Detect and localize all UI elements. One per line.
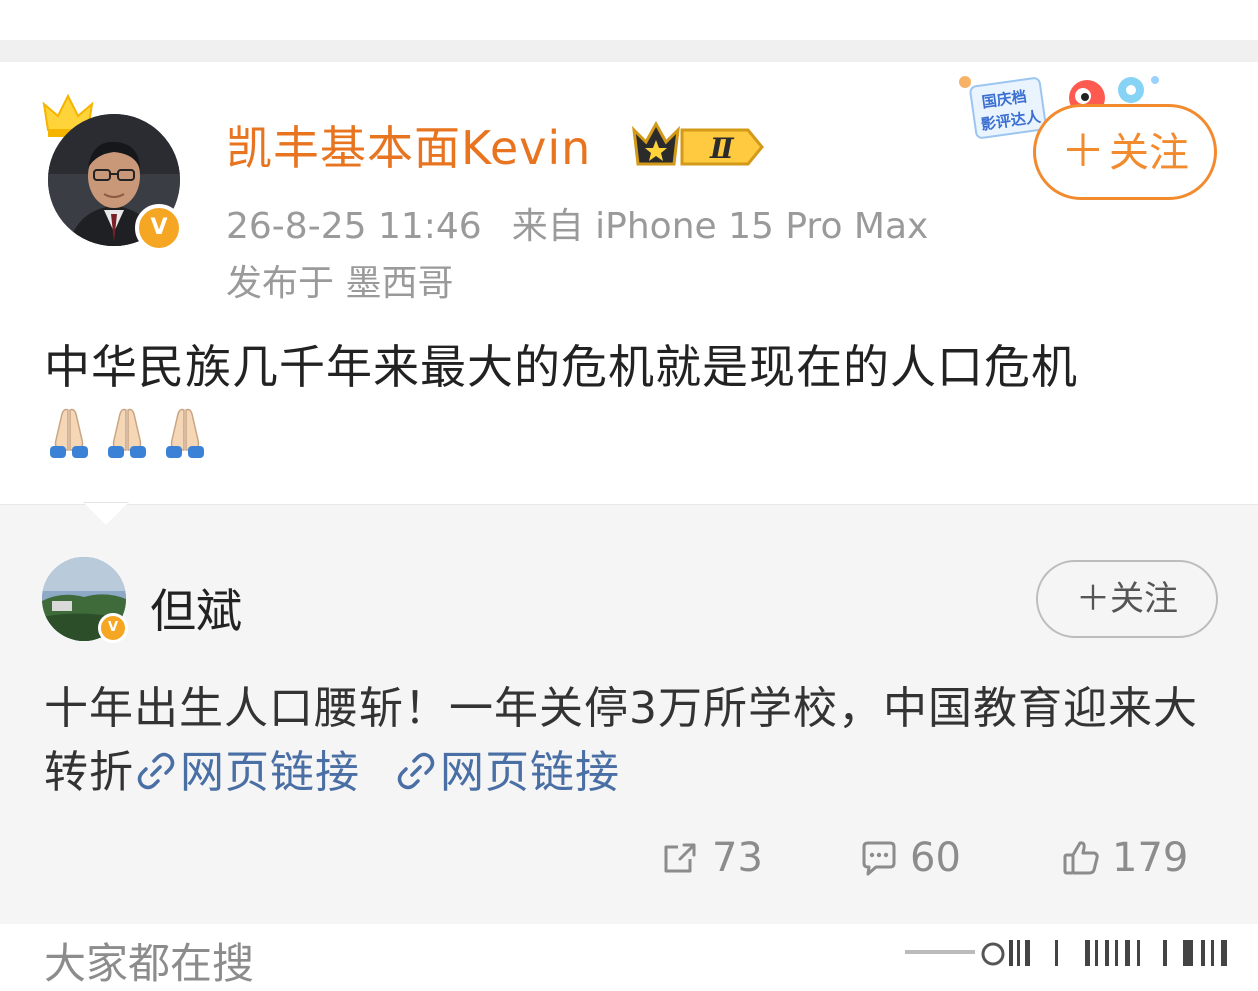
feed-separator [0, 40, 1258, 62]
emoji-row [44, 404, 210, 464]
repost-author-name[interactable]: 但斌 [150, 575, 242, 641]
member-level-badge-icon: Ⅱ [632, 120, 764, 166]
repost-count: 73 [712, 835, 763, 881]
repost-content: 十年出生人口腰斩！一年关停3万所学校，中国教育迎来大转折 网页链接 网页链接 [44, 677, 1224, 805]
repost-follow-button[interactable]: ＋关注 [1036, 560, 1218, 638]
link-icon [397, 752, 435, 790]
verified-badge-icon: V [135, 204, 183, 252]
pray-emoji-icon [50, 408, 88, 458]
post-source: 来自 iPhone 15 Pro Max [511, 206, 929, 247]
plus-icon: ＋ [1061, 126, 1105, 177]
top-strip [0, 0, 1258, 40]
hot-search-bars-icon [905, 940, 1227, 966]
pray-emoji-icon [166, 408, 204, 458]
reposted-content[interactable]: V 但斌 ＋关注 十年出生人口腰斩！一年关停3万所学校，中国教育迎来大转折 网页链… [0, 504, 1258, 924]
repost-pointer [84, 503, 128, 525]
repost-action[interactable]: 73 [660, 835, 763, 881]
comment-icon [862, 841, 896, 876]
repost-verified-badge-icon: V [98, 613, 128, 643]
svg-text:Ⅱ: Ⅱ [709, 132, 735, 165]
follow-button[interactable]: ＋关注 [1033, 104, 1217, 200]
thumbs-up-icon [1063, 841, 1099, 875]
like-count: 179 [1112, 835, 1189, 881]
comment-action[interactable]: 60 [858, 835, 961, 881]
author-avatar-block[interactable]: V [40, 92, 190, 252]
hot-search-label: 大家都在搜 [44, 939, 255, 988]
like-action[interactable]: 179 [1060, 835, 1188, 881]
web-link[interactable]: 网页链接 [134, 747, 360, 798]
post-content: 中华民族几千年来最大的危机就是现在的人口危机 [44, 340, 1078, 394]
comment-count: 60 [910, 835, 961, 881]
author-name[interactable]: 凯丰基本面Kevin [226, 112, 591, 178]
weibo-post: V 凯丰基本面Kevin Ⅱ 26-8-25 11:46 来自 iPhone 15… [0, 62, 1258, 504]
post-timestamp: 26-8-25 11:46 [226, 206, 482, 247]
plus-icon: ＋ [1076, 579, 1110, 619]
post-meta: 26-8-25 11:46 来自 iPhone 15 Pro Max [226, 197, 928, 249]
share-icon [664, 843, 696, 873]
link-icon [137, 752, 175, 790]
web-link[interactable]: 网页链接 [394, 747, 620, 798]
post-location: 发布于 墨西哥 [226, 263, 454, 304]
pray-emoji-icon [108, 408, 146, 458]
hot-search-bar[interactable]: 大家都在搜 [0, 924, 1258, 991]
